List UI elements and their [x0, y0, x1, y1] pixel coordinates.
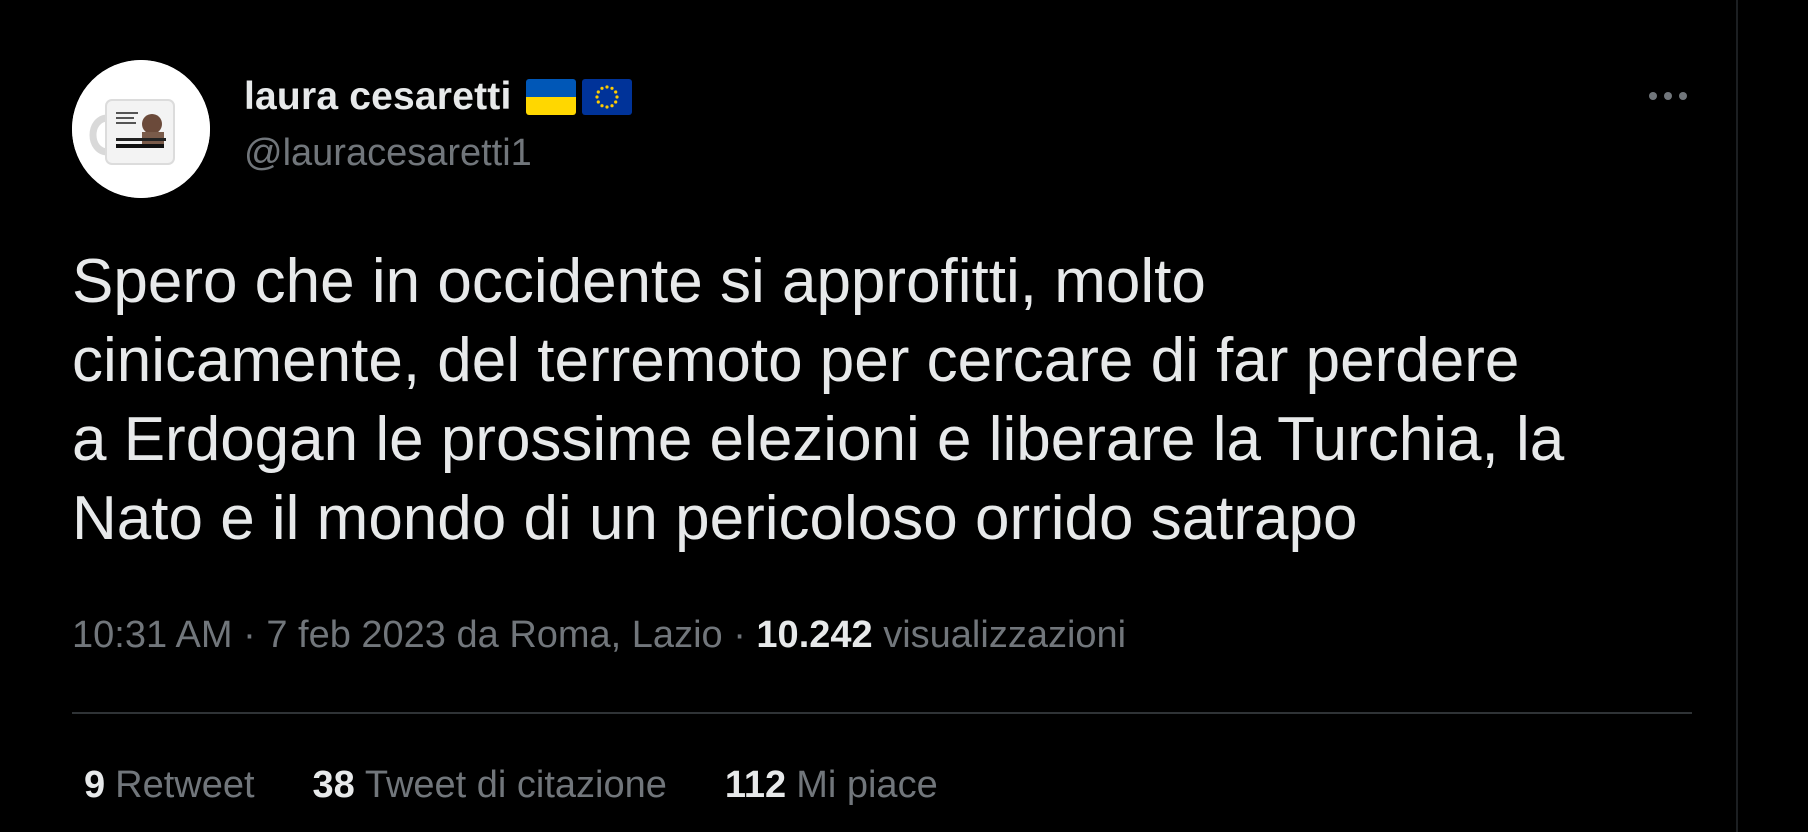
- views-label: visualizzazioni: [883, 614, 1127, 656]
- likes-stat[interactable]: 112 Mi piace: [725, 764, 938, 807]
- eu-flag-icon: [581, 79, 632, 115]
- tweet-stats: 9 Retweet 38 Tweet di citazione 112 Mi piac…: [84, 764, 938, 807]
- likes-label: Mi piace: [796, 764, 938, 806]
- tweet-detail: laura cesaretti @lauracesaretti1 Spero c…: [72, 0, 1692, 832]
- divider: [72, 712, 1692, 714]
- retweets-count: 9: [84, 764, 106, 806]
- more-dot-icon: [1679, 92, 1687, 100]
- views-count: 10.242: [756, 614, 873, 656]
- column-border: [1736, 0, 1738, 832]
- more-dot-icon: [1664, 92, 1672, 100]
- retweets-label: Retweet: [115, 764, 255, 806]
- author-display-name[interactable]: laura cesaretti: [244, 75, 512, 119]
- app-frame: laura cesaretti @lauracesaretti1 Spero c…: [0, 0, 1808, 832]
- author-name-row: laura cesaretti: [244, 72, 632, 122]
- retweets-stat[interactable]: 9 Retweet: [84, 764, 255, 807]
- quote-tweets-label: Tweet di citazione: [364, 764, 667, 806]
- author-handle[interactable]: @lauracesaretti1: [244, 132, 532, 175]
- more-dot-icon: [1649, 92, 1657, 100]
- quote-tweets-stat[interactable]: 38 Tweet di citazione: [313, 764, 667, 807]
- quote-tweets-count: 38: [312, 764, 355, 806]
- more-options-button[interactable]: [1638, 80, 1698, 112]
- tweet-meta: 10:31 AM · 7 feb 2023 da Roma, Lazio · 1…: [72, 614, 1126, 657]
- avatar[interactable]: [72, 60, 210, 198]
- ukraine-flag-icon: [525, 79, 576, 115]
- tweet-text: Spero che in occidente si approfitti, mo…: [72, 247, 1565, 553]
- tweet-timestamp-location[interactable]: 10:31 AM · 7 feb 2023 da Roma, Lazio ·: [72, 614, 756, 656]
- likes-count: 112: [724, 764, 787, 806]
- mug-avatar-image: [72, 60, 210, 198]
